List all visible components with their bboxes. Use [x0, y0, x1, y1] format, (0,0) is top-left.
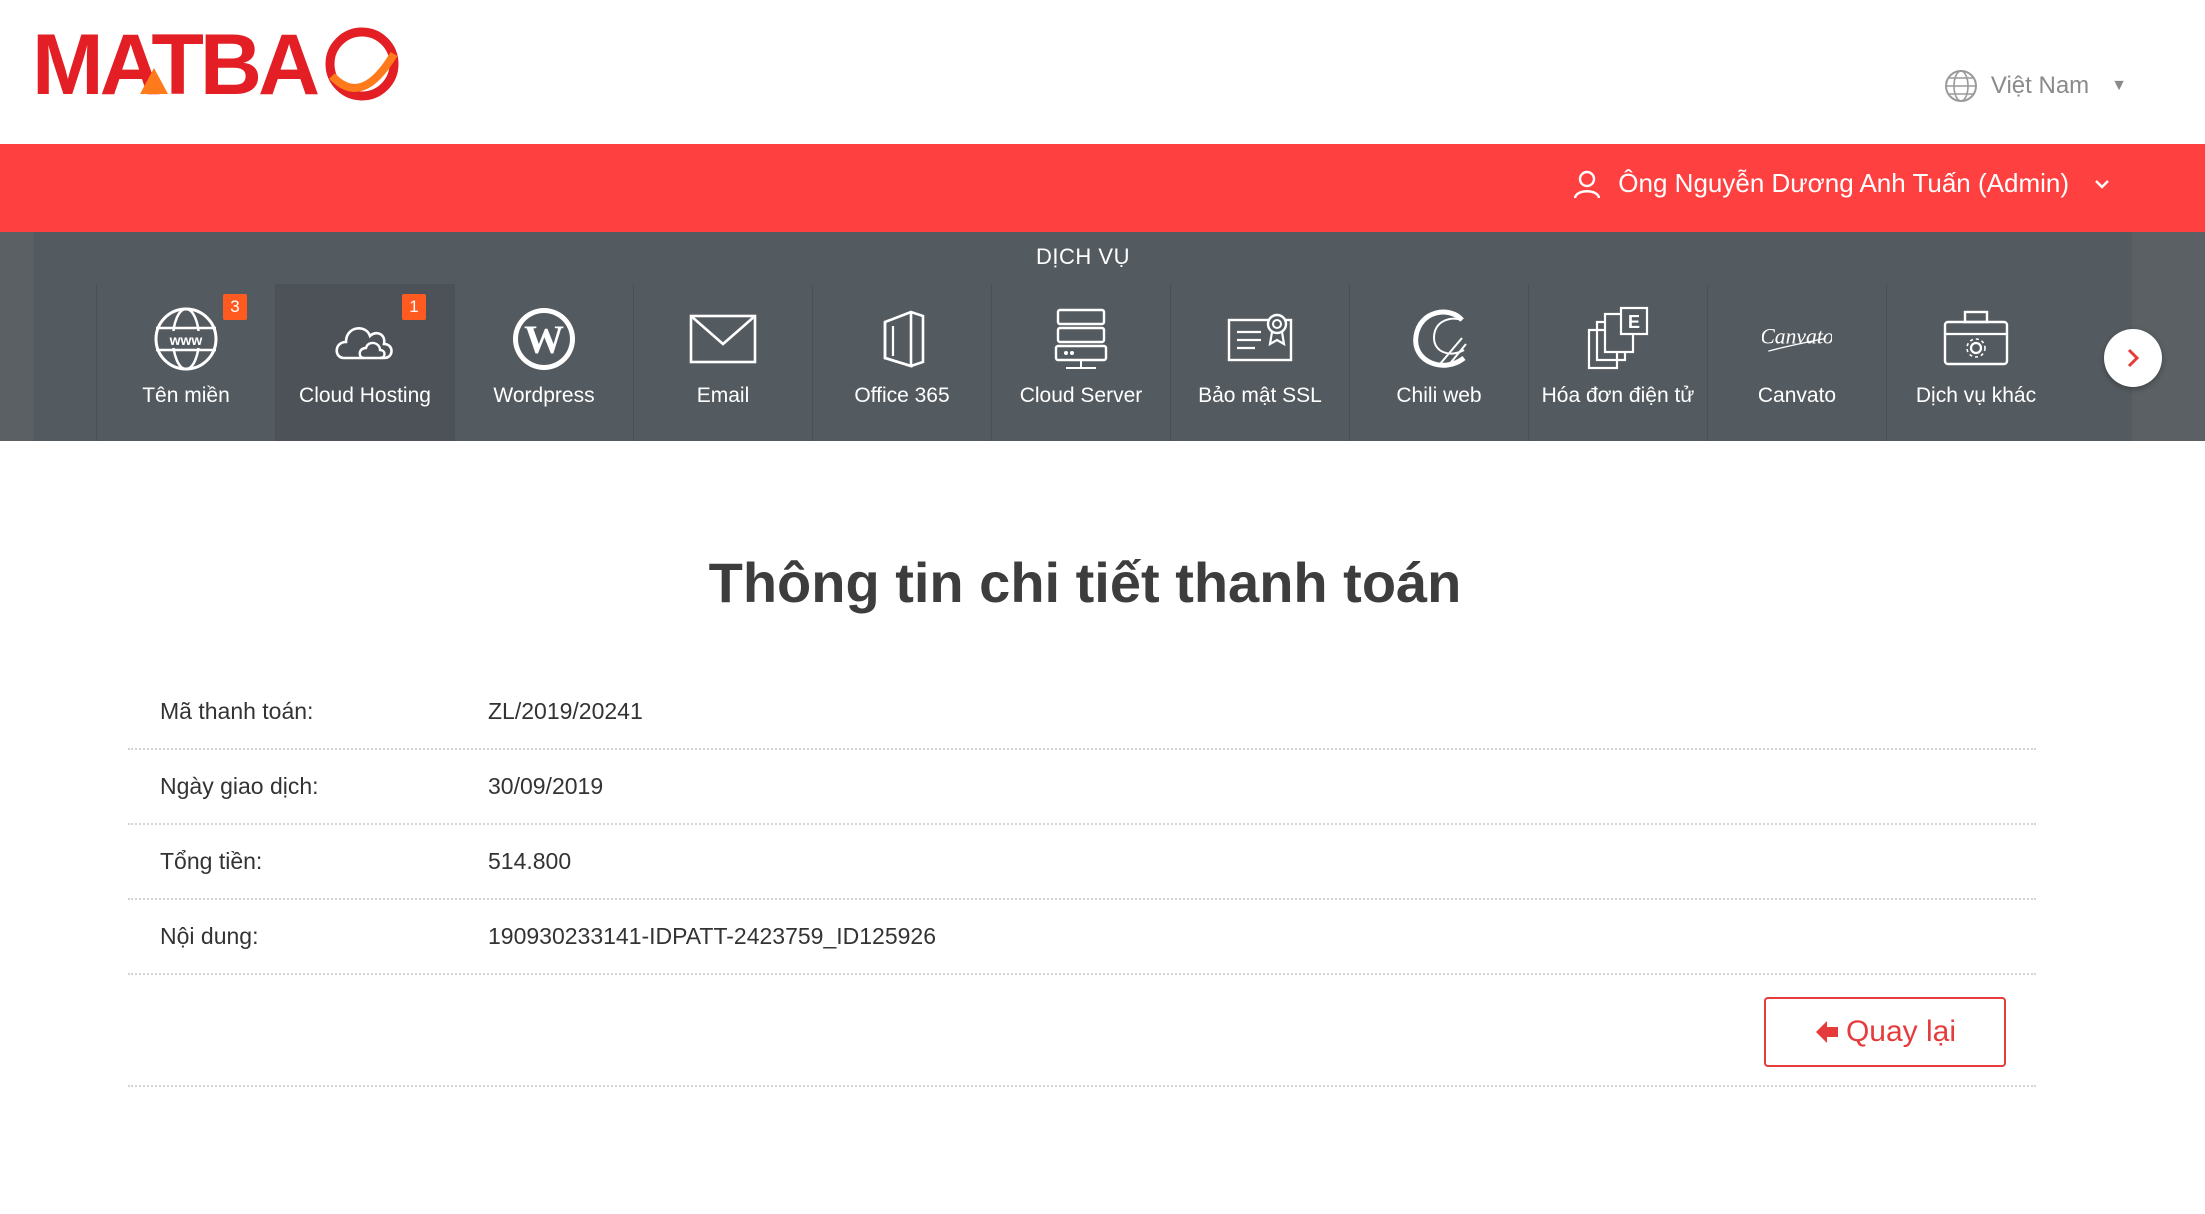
detail-row-content: Nội dung: 190930233141-IDPATT-2423759_ID… [128, 900, 2036, 975]
top-header: MATBA Việt Nam ▼ [0, 0, 2205, 144]
caret-down-icon: ▼ [2111, 77, 2127, 94]
chili-c-icon [1404, 304, 1474, 374]
back-button-label: Quay lại [1845, 1015, 1957, 1048]
service-cloud-hosting[interactable]: 1 Cloud Hosting [275, 284, 454, 441]
envelope-icon [688, 304, 758, 374]
service-label: Dịch vụ khác [1915, 384, 2037, 407]
detail-label: Mã thanh toán: [160, 698, 314, 724]
language-label: Việt Nam [1990, 72, 2090, 99]
toolbox-icon [1941, 304, 2011, 374]
svg-text:E: E [1628, 312, 1640, 332]
services-title: DỊCH VỤ [1036, 244, 1130, 269]
svg-text:W: W [524, 317, 564, 362]
service-office-365[interactable]: Office 365 [812, 284, 991, 441]
server-icon [1046, 304, 1116, 374]
detail-row-total: Tổng tiền: 514.800 [128, 825, 2036, 900]
detail-value: 190930233141-IDPATT-2423759_ID125926 [488, 923, 936, 949]
detail-label: Tổng tiền: [160, 848, 263, 874]
wordpress-icon: W [509, 304, 579, 374]
page-title: Thông tin chi tiết thanh toán [708, 551, 1462, 614]
detail-row-transaction-date: Ngày giao dịch: 30/09/2019 [128, 750, 2036, 825]
service-ssl[interactable]: Bảo mật SSL [1170, 284, 1349, 441]
service-label: Office 365 [854, 384, 950, 407]
canvato-logo-icon: Canvato [1762, 304, 1832, 374]
detail-value: ZL/2019/20241 [488, 698, 643, 724]
invoice-icon: E [1583, 304, 1653, 374]
service-label: Chili web [1396, 384, 1482, 407]
detail-row-payment-code: Mã thanh toán: ZL/2019/20241 [128, 675, 2036, 750]
globe-icon [1944, 70, 1977, 102]
detail-label: Nội dung: [160, 923, 259, 949]
service-label: Email [696, 384, 750, 407]
service-label: Cloud Server [1019, 384, 1143, 407]
chevron-right-icon [2127, 348, 2140, 368]
chevron-down-icon [2095, 179, 2109, 189]
language-selector[interactable]: Việt Nam ▼ [1943, 68, 2127, 104]
arrow-left-icon [1815, 1021, 1838, 1043]
back-button[interactable]: Quay lại [1764, 997, 2006, 1067]
services-next-button[interactable] [2104, 329, 2162, 387]
service-canvato[interactable]: Canvato Canvato [1707, 284, 1886, 441]
office-icon [867, 304, 937, 374]
service-label: Canvato [1757, 384, 1837, 407]
service-e-invoice[interactable]: E Hóa đơn điện tử [1528, 284, 1707, 441]
user-name: Ông Nguyễn Dương Anh Tuấn (Admin) [1618, 168, 2069, 198]
service-label: Hóa đơn điện tử [1541, 384, 1695, 407]
services-list: 3 www Tên miền 1 Cloud Hosting W Wordpre… [96, 284, 2065, 441]
notification-badge: 3 [223, 294, 247, 320]
svg-text:MATBA: MATBA [32, 24, 318, 104]
user-menu[interactable]: Ông Nguyễn Dương Anh Tuấn (Admin) [1572, 168, 2111, 199]
payment-details: Mã thanh toán: ZL/2019/20241 Ngày giao d… [128, 675, 2036, 975]
actions-row: Quay lại [128, 975, 2036, 1087]
service-email[interactable]: Email [633, 284, 812, 441]
svg-text:www: www [169, 332, 203, 348]
user-icon [1574, 170, 1601, 198]
detail-value: 30/09/2019 [488, 773, 604, 799]
detail-value: 514.800 [488, 848, 572, 874]
service-label: Cloud Hosting [299, 384, 431, 407]
service-other[interactable]: Dịch vụ khác [1886, 284, 2065, 441]
services-bar: DỊCH VỤ 3 www Tên miền 1 Cloud Hosting W [0, 232, 2205, 441]
service-cloud-server[interactable]: Cloud Server [991, 284, 1170, 441]
notification-badge: 1 [402, 294, 426, 320]
www-globe-icon: www [151, 304, 221, 374]
service-domain[interactable]: 3 www Tên miền [96, 284, 275, 441]
matbao-logo[interactable]: MATBA [32, 24, 402, 104]
detail-label: Ngày giao dịch: [160, 773, 319, 799]
service-label: Tên miền [142, 384, 230, 407]
certificate-icon [1225, 304, 1295, 374]
service-label: Wordpress [493, 384, 595, 407]
service-chili-web[interactable]: Chili web [1349, 284, 1528, 441]
service-wordpress[interactable]: W Wordpress [454, 284, 633, 441]
service-label: Bảo mật SSL [1198, 384, 1322, 407]
cloud-icon [330, 304, 400, 374]
services-panel: DỊCH VỤ 3 www Tên miền 1 Cloud Hosting W [34, 232, 2132, 441]
